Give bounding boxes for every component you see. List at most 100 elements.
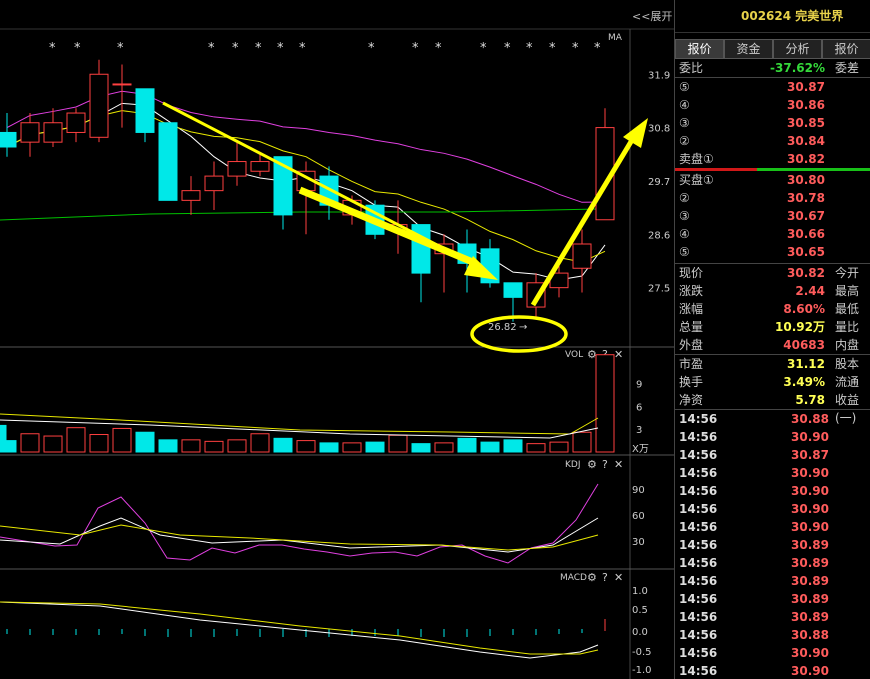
tick-time: 14:56 xyxy=(679,610,718,624)
macd-tick: -0.5 xyxy=(632,647,652,658)
volume-bar xyxy=(319,442,339,453)
volume-bar xyxy=(135,431,155,453)
ask-row: ② 30.84 xyxy=(675,132,870,150)
candle-body xyxy=(204,175,224,192)
star-marker: * xyxy=(594,41,601,56)
tick-row: 14:56 30.90 xyxy=(675,644,870,662)
close-icon[interactable]: ✕ xyxy=(614,571,623,584)
gear-icon[interactable]: ⚙ xyxy=(587,571,597,584)
volume-bar xyxy=(595,354,615,453)
help-icon[interactable]: ? xyxy=(602,571,608,584)
stat-row-label: 净资 xyxy=(679,393,704,407)
tick-price: 30.89 xyxy=(791,574,829,588)
tab-funds[interactable]: 资金 xyxy=(724,39,773,59)
tick-price: 30.89 xyxy=(791,610,829,624)
candle-body xyxy=(89,73,109,138)
weibi-value: -37.62% xyxy=(770,61,825,75)
tick-row: 14:56 30.90 xyxy=(675,518,870,536)
low-price-arrow: → xyxy=(519,322,527,333)
volume-bar xyxy=(503,439,523,453)
stat-row-label2: 今开 xyxy=(835,266,860,280)
stat-row-value: 5.78 xyxy=(795,393,825,407)
tick-row: 14:56 30.88 xyxy=(675,626,870,644)
vol-tick: 3 xyxy=(636,425,642,436)
tab-quote[interactable]: 报价 xyxy=(675,39,724,59)
tick-price: 30.90 xyxy=(791,502,829,516)
stat-row: 涨幅 8.60% 最低 xyxy=(675,300,870,318)
volume-bar xyxy=(227,439,247,453)
macd-tick: 1.0 xyxy=(632,586,648,597)
tick-price: 30.89 xyxy=(791,556,829,570)
volume-bar xyxy=(204,440,224,453)
ask-row-label: ⑤ xyxy=(679,80,690,94)
stat-row-value: 40683 xyxy=(783,338,825,352)
low-price-label: 26.82 xyxy=(488,322,517,333)
close-icon[interactable]: ✕ xyxy=(614,458,623,471)
candle-body xyxy=(43,122,63,143)
star-marker: * xyxy=(208,41,215,56)
tick-time: 14:56 xyxy=(679,646,718,660)
expand-button[interactable]: <<展开 xyxy=(632,10,672,23)
ask-row-label: ④ xyxy=(679,98,690,112)
vol-tick: 6 xyxy=(636,402,642,413)
tick-price: 30.90 xyxy=(791,646,829,660)
stat-row-value: 8.60% xyxy=(783,302,825,316)
candle-body xyxy=(227,161,247,177)
bid-row: ③ 30.67 xyxy=(675,207,870,225)
stat-row-value: 3.49% xyxy=(783,375,825,389)
star-marker: * xyxy=(435,41,442,56)
tab-analysis[interactable]: 分析 xyxy=(773,39,822,59)
price-tick: 28.6 xyxy=(648,230,670,241)
ask-row: 卖盘① 30.82 xyxy=(675,150,870,168)
macd-tick: 0.5 xyxy=(632,605,648,616)
gear-icon[interactable]: ⚙ xyxy=(587,348,597,361)
stat-row: 现价 30.82 今开 xyxy=(675,264,870,282)
kdj-tick: 90 xyxy=(632,485,645,496)
star-marker: * xyxy=(74,41,81,56)
stats-block-2: 市盈 31.12 股本 换手 3.49% 流通 净资 5.78 收益(一) xyxy=(675,355,870,425)
price-tick: 31.9 xyxy=(648,70,670,81)
gear-icon[interactable]: ⚙ xyxy=(587,458,597,471)
volume-bar xyxy=(158,439,178,453)
tick-row: 14:56 30.90 xyxy=(675,500,870,518)
star-marker: * xyxy=(412,41,419,56)
stat-row: 总量 10.92万 量比 xyxy=(675,318,870,336)
volume-bar xyxy=(0,440,17,453)
volume-bar xyxy=(20,433,40,453)
tick-time: 14:56 xyxy=(679,448,718,462)
volume-bar xyxy=(43,435,63,453)
vol-label: VOL xyxy=(565,350,583,360)
tick-time: 14:56 xyxy=(679,484,718,498)
star-marker: * xyxy=(277,41,284,56)
close-icon[interactable]: ✕ xyxy=(614,348,623,361)
candle-body xyxy=(66,112,86,133)
volume-bar xyxy=(112,427,132,453)
stat-row-value: 30.82 xyxy=(787,266,825,280)
ask-list: ⑤ 30.87 ④ 30.86 ③ 30.85 ② 30.84 卖盘① 30.82 xyxy=(675,78,870,168)
ask-row-value: 30.82 xyxy=(787,152,825,166)
candle-body xyxy=(0,131,17,148)
star-marker: * xyxy=(299,41,306,56)
tick-time: 14:56 xyxy=(679,430,718,444)
volume-bar xyxy=(388,434,408,453)
bid-row-value: 30.80 xyxy=(787,173,825,187)
stat-row: 市盈 31.12 股本 xyxy=(675,355,870,373)
stat-row: 净资 5.78 收益(一) xyxy=(675,391,870,425)
volume-bar xyxy=(181,439,201,453)
bid-row-value: 30.67 xyxy=(787,209,825,223)
tick-time: 14:56 xyxy=(679,502,718,516)
tick-row: 14:56 30.89 xyxy=(675,536,870,554)
help-icon[interactable]: ? xyxy=(602,458,608,471)
tick-row: 14:56 30.90 xyxy=(675,428,870,446)
volume-bar xyxy=(526,443,546,453)
tab-quote-2[interactable]: 报价 xyxy=(822,39,870,59)
kdj-tick: 30 xyxy=(632,537,645,548)
star-marker: * xyxy=(480,41,487,56)
bid-row-label: ③ xyxy=(679,209,690,223)
ask-row-value: 30.86 xyxy=(787,98,825,112)
tick-row: 14:56 30.90 xyxy=(675,482,870,500)
tick-time: 14:56 xyxy=(679,592,718,606)
tick-price: 30.90 xyxy=(791,520,829,534)
bid-row: ④ 30.66 xyxy=(675,225,870,243)
tick-list: 14:56 30.88 14:56 30.90 14:56 30.87 14:56 30.90… xyxy=(675,410,870,679)
